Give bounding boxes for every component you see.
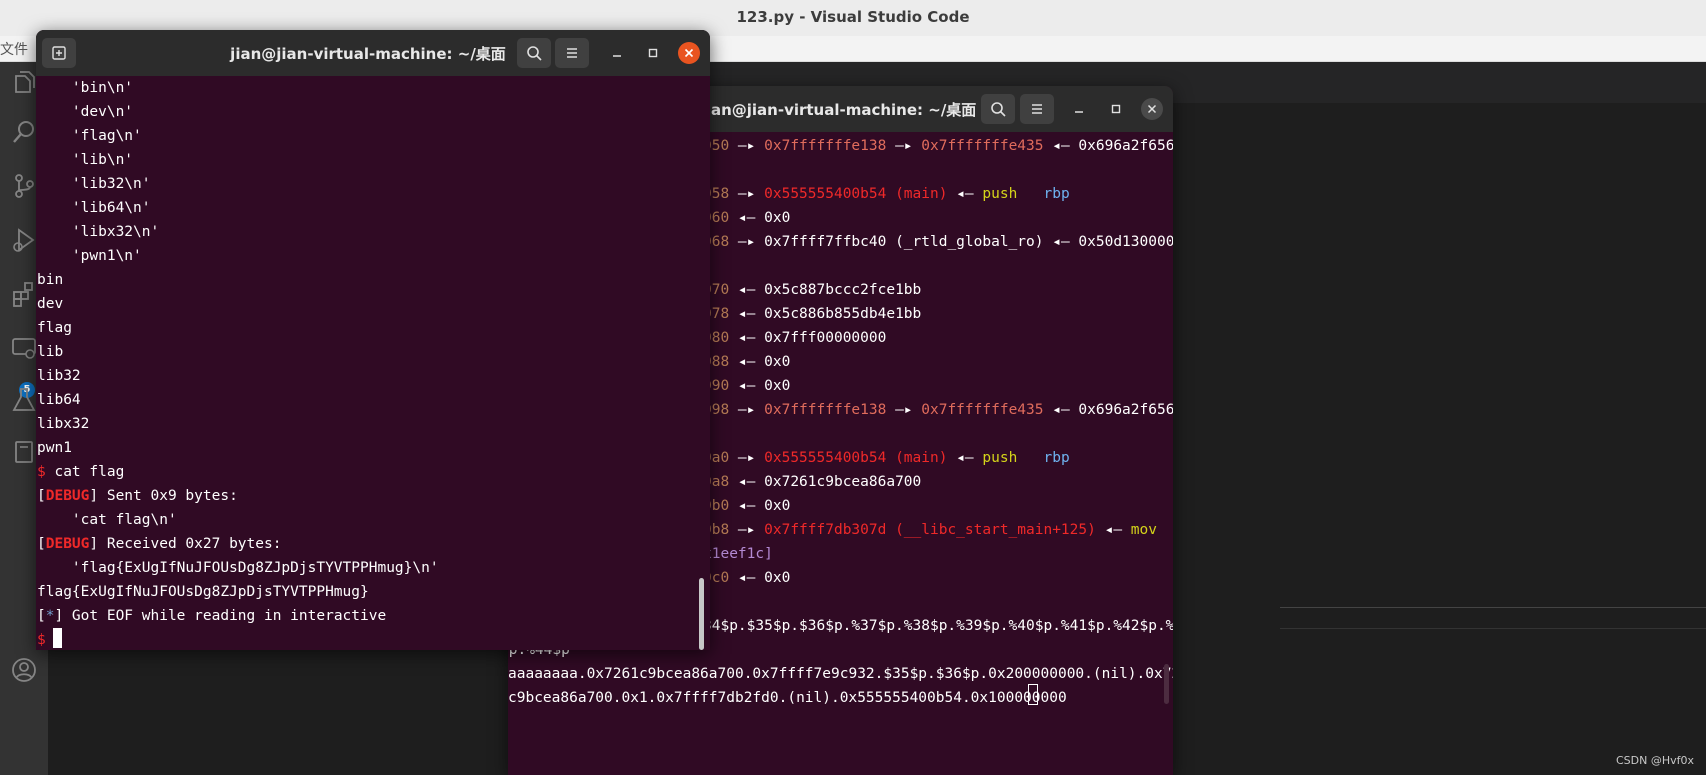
leak-output-line: c9bcea86a700.0x1.0x7ffff7db2fd0.(nil).0x…	[508, 690, 1067, 706]
output-line: 'pwn1\n'	[37, 248, 142, 264]
terminal-front-output[interactable]: 'bin\n' 'dev\n' 'flag\n' 'lib\n' 'lib32\…	[36, 76, 710, 650]
output-line: pwn1	[37, 440, 72, 456]
terminal-front-cursor	[53, 628, 62, 648]
maximize-button[interactable]	[642, 42, 664, 64]
stack-row: 078 ◂— 0x5c886b855db4e1bb	[703, 306, 922, 322]
debug-tag: DEBUG	[45, 536, 90, 552]
menu-button[interactable]	[555, 38, 589, 68]
format-string-line: 34$p.$35$p.$36$p.%37$p.%38$p.%39$p.%40$p…	[703, 618, 1173, 634]
close-icon	[684, 48, 694, 58]
terminal-back-cursor	[1028, 684, 1038, 705]
stack-row: 068 —▸ 0x7ffff7ffbc40 (_rtld_global_ro) …	[703, 234, 1173, 250]
terminal-front-scrollbar[interactable]	[699, 578, 704, 650]
output-line: 'flag{ExUgIfNuJFOUsDg8ZJpDjsTYVTPPHmug}\…	[37, 560, 439, 576]
stack-row: 060 ◂— 0x0	[703, 210, 791, 226]
maximize-icon	[1111, 104, 1121, 114]
shell-prompt: $	[37, 632, 46, 648]
flag-output-line: flag{ExUgIfNuJFOUsDg8ZJpDjsTYVTPPHmug}	[37, 584, 369, 600]
minimize-button[interactable]	[606, 42, 628, 64]
output-line: 'lib\n'	[37, 152, 134, 168]
output-line: dev	[37, 296, 64, 312]
search-button[interactable]	[981, 94, 1015, 124]
output-line: flag	[37, 320, 72, 336]
command-line: $ cat flag	[37, 460, 124, 484]
output-line: lib32	[37, 368, 81, 384]
panel-divider-secondary	[1280, 628, 1706, 629]
close-button[interactable]	[678, 42, 700, 64]
terminal-window-front[interactable]: jian@jian-virtual-machine: ~/桌面 'bin\n' …	[36, 30, 710, 650]
output-line: 'cat flag\n'	[37, 512, 177, 528]
terminal-front-headerbar: jian@jian-virtual-machine: ~/桌面	[36, 30, 710, 76]
stack-row: 0a8 ◂— 0x7261c9bcea86a700	[703, 474, 922, 490]
stack-row: 098 —▸ 0x7fffffffe138 —▸ 0x7fffffffe435 …	[703, 402, 1173, 418]
prompt-line: $	[37, 628, 46, 650]
stack-row: 090 ◂— 0x0	[703, 378, 791, 394]
panel-divider	[1280, 607, 1706, 608]
debug-line: [DEBUG] Received 0x27 bytes:	[37, 536, 282, 552]
output-line: 'bin\n'	[37, 80, 134, 96]
stack-row: 058 —▸ 0x555555400b54 (main) ◂— push rbp	[703, 186, 1070, 202]
stack-row: x1eef1c]	[703, 546, 773, 562]
stack-row: 0b8 —▸ 0x7ffff7db307d (__libc_start_main…	[703, 522, 1157, 538]
minimize-button[interactable]	[1068, 98, 1090, 120]
output-line: 'libx32\n'	[37, 224, 160, 240]
debug-tag: DEBUG	[45, 488, 90, 504]
debug-line: [DEBUG] Sent 0x9 bytes:	[37, 488, 238, 504]
close-button[interactable]	[1141, 98, 1163, 120]
watermark-text: CSDN @Hvf0x	[1615, 754, 1694, 767]
stack-row: 088 ◂— 0x0	[703, 354, 791, 370]
menu-file[interactable]: 文件	[0, 39, 28, 59]
minimize-icon	[613, 55, 621, 57]
info-line: [*] Got EOF while reading in interactive	[37, 608, 387, 624]
stack-row: 070 ◂— 0x5c887bccc2fce1bb	[703, 282, 922, 298]
stack-row: 080 ◂— 0x7fff00000000	[703, 330, 887, 346]
output-line: 'lib32\n'	[37, 176, 151, 192]
hamburger-icon	[567, 48, 577, 58]
search-icon	[991, 102, 1006, 117]
stack-row: 0b0 ◂— 0x0	[703, 498, 791, 514]
search-button[interactable]	[517, 38, 551, 68]
output-line: libx32	[37, 416, 90, 432]
output-line: 'dev\n'	[37, 104, 134, 120]
menu-button[interactable]	[1020, 94, 1054, 124]
shell-command: cat flag	[45, 464, 125, 480]
hamburger-icon	[1032, 104, 1042, 114]
stack-row: 050 —▸ 0x7fffffffe138 —▸ 0x7fffffffe435 …	[703, 138, 1173, 154]
output-line: lib	[37, 344, 64, 360]
output-line: 'flag\n'	[37, 128, 142, 144]
close-icon	[1147, 104, 1157, 114]
output-line: lib64	[37, 392, 81, 408]
stack-row: 0a0 —▸ 0x555555400b54 (main) ◂— push rbp	[703, 450, 1070, 466]
output-line: bin	[37, 272, 64, 288]
account-icon[interactable]	[6, 652, 42, 688]
stack-row: 0c0 ◂— 0x0	[703, 570, 791, 586]
maximize-icon	[648, 48, 658, 58]
shell-prompt: $	[37, 464, 46, 480]
vscode-window-title: 123.py - Visual Studio Code	[736, 8, 970, 26]
maximize-button[interactable]	[1105, 98, 1127, 120]
minimize-icon	[1075, 111, 1083, 113]
terminal-back-scrollbar[interactable]	[1164, 664, 1169, 704]
output-line: 'lib64\n'	[37, 200, 151, 216]
search-icon	[527, 46, 542, 61]
leak-output-line: aaaaaaaa.0x7261c9bcea86a700.0x7ffff7e9c9…	[508, 666, 1173, 682]
